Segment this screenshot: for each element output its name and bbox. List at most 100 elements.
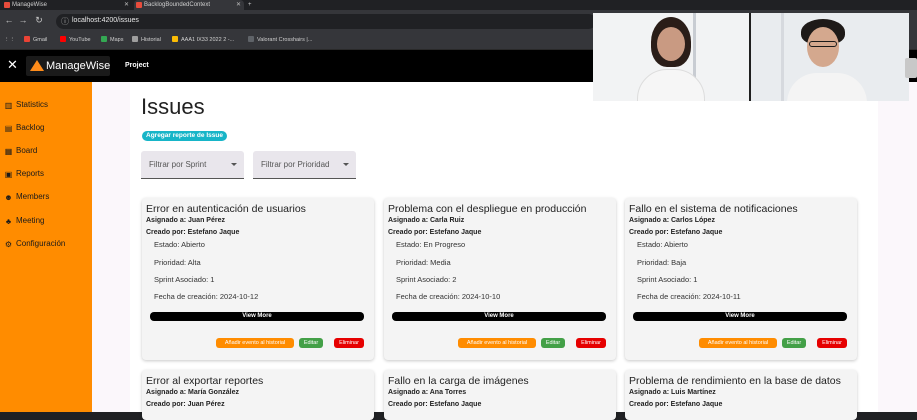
- issue-assignee: Asignado a: María González: [146, 389, 239, 396]
- maps-icon: [101, 36, 107, 42]
- page-scroll-handle[interactable]: [905, 58, 917, 78]
- issue-card: Error en autenticación de usuarios Asign…: [142, 198, 374, 360]
- issue-title: Problema con el despliegue en producción: [388, 203, 587, 215]
- page-title: Issues: [141, 94, 205, 119]
- view-more-button[interactable]: View More: [392, 312, 606, 321]
- brand-name: ManageWise: [46, 60, 111, 72]
- bookmark-maps[interactable]: Maps: [101, 36, 123, 45]
- participant-body: [787, 73, 867, 101]
- valorant-icon: [248, 36, 254, 42]
- sidebar-item-configuracion[interactable]: ⚙ Configuración: [4, 239, 65, 249]
- reports-icon: ▣: [4, 170, 13, 179]
- issue-date: Fecha de creación: 2024-10-12: [154, 292, 259, 301]
- issue-priority: Prioridad: Alta: [154, 258, 201, 267]
- chevron-down-icon: [343, 163, 349, 166]
- delete-button[interactable]: Eliminar: [576, 338, 606, 348]
- participant-face: [807, 27, 839, 67]
- reload-icon[interactable]: ↻: [34, 15, 44, 26]
- issue-creator: Creado por: Estefano Jaque: [629, 401, 723, 408]
- issue-title: Problema de rendimiento en la base de da…: [629, 375, 841, 387]
- bookmark-historial[interactable]: Historial: [132, 36, 161, 45]
- chevron-down-icon: [231, 163, 237, 166]
- issue-assignee: Asignado a: Carlos López: [629, 217, 715, 224]
- add-history-button[interactable]: Añadir evento al historial: [216, 338, 294, 348]
- app-favicon-icon: [4, 2, 10, 8]
- close-menu-icon[interactable]: ✕: [7, 57, 18, 73]
- tab-backlog-bounded-context[interactable]: BacklogBoundedContext ✕: [134, 0, 244, 10]
- apps-grid-icon[interactable]: ⋮⋮: [4, 36, 15, 45]
- forward-arrow-icon[interactable]: →: [18, 15, 28, 25]
- participant-video-tile[interactable]: [593, 13, 749, 101]
- gmail-icon: [24, 36, 30, 42]
- browser-tab-bar: ManageWise ✕ BacklogBoundedContext ✕ +: [0, 0, 917, 10]
- issue-title: Error en autenticación de usuarios: [146, 203, 306, 215]
- priority-filter-select[interactable]: Filtrar por Prioridad: [253, 151, 356, 179]
- sidebar-item-members[interactable]: ☻ Members: [4, 192, 49, 202]
- site-info-icon[interactable]: ⓘ: [61, 16, 69, 27]
- issue-date: Fecha de creación: 2024-10-10: [396, 292, 501, 301]
- glasses-icon: [809, 41, 837, 47]
- sidebar-item-backlog[interactable]: ▤ Backlog: [4, 123, 45, 133]
- bookmark-valorant[interactable]: Valorant Crosshairs |...: [248, 36, 312, 45]
- bookmark-gmail[interactable]: Gmail: [24, 36, 47, 45]
- view-more-button[interactable]: View More: [633, 312, 847, 321]
- close-tab-icon[interactable]: ✕: [124, 0, 129, 10]
- edit-button[interactable]: Editar: [541, 338, 565, 348]
- participant-video-tile[interactable]: [751, 13, 909, 101]
- drive-icon: [172, 36, 178, 42]
- delete-button[interactable]: Eliminar: [817, 338, 847, 348]
- issue-status: Estado: Abierto: [637, 240, 688, 249]
- issue-card: Fallo en el sistema de notificaciones As…: [625, 198, 857, 360]
- edit-button[interactable]: Editar: [782, 338, 806, 348]
- issue-title: Fallo en la carga de imágenes: [388, 375, 529, 387]
- issue-creator: Creado por: Estefano Jaque: [388, 229, 482, 236]
- back-arrow-icon[interactable]: ←: [4, 15, 14, 25]
- meeting-icon: ♣: [5, 217, 12, 226]
- bookmark-youtube[interactable]: YouTube: [60, 36, 91, 45]
- sidebar-item-board[interactable]: ▦ Board: [4, 146, 38, 156]
- bookmark-aaa1[interactable]: AAA1 IX33 2022 2 -...: [172, 36, 234, 45]
- issue-creator: Creado por: Estefano Jaque: [146, 229, 240, 236]
- issue-status: Estado: En Progreso: [396, 240, 466, 249]
- backlog-icon: ▤: [4, 124, 13, 133]
- issue-assignee: Asignado a: Ana Torres: [388, 389, 467, 396]
- members-icon: ☻: [4, 193, 13, 202]
- main-content: Issues Agregar reporte de Issue Filtrar …: [92, 82, 917, 420]
- close-tab-icon[interactable]: ✕: [236, 0, 241, 10]
- view-more-button[interactable]: View More: [150, 312, 364, 321]
- youtube-icon: [60, 36, 66, 42]
- issue-assignee: Asignado a: Juan Pérez: [146, 217, 225, 224]
- logo-mark-icon: [30, 60, 44, 71]
- add-history-button[interactable]: Añadir evento al historial: [699, 338, 777, 348]
- issue-priority: Prioridad: Media: [396, 258, 451, 267]
- issue-creator: Creado por: Estefano Jaque: [388, 401, 482, 408]
- issue-card: Fallo en la carga de imágenes Asignado a…: [384, 370, 616, 420]
- sprint-filter-select[interactable]: Filtrar por Sprint: [141, 151, 244, 179]
- video-call-overlay[interactable]: [593, 13, 909, 101]
- issue-card: Problema de rendimiento en la base de da…: [625, 370, 857, 420]
- sidebar-item-meeting[interactable]: ♣ Meeting: [4, 216, 45, 226]
- background-wall: [781, 13, 784, 101]
- issue-creator: Creado por: Juan Pérez: [146, 401, 225, 408]
- gear-icon: ⚙: [4, 240, 13, 249]
- sidebar-item-reports[interactable]: ▣ Reports: [4, 169, 44, 179]
- issue-sprint: Sprint Asociado: 1: [637, 275, 698, 284]
- delete-button[interactable]: Eliminar: [334, 338, 364, 348]
- url-input[interactable]: ⓘ localhost:4200/issues: [56, 14, 596, 29]
- tab-managewise[interactable]: ManageWise ✕: [2, 0, 132, 10]
- issue-title: Fallo en el sistema de notificaciones: [629, 203, 798, 215]
- issue-assignee: Asignado a: Luis Martínez: [629, 389, 716, 396]
- issue-creator: Creado por: Estefano Jaque: [629, 229, 723, 236]
- issue-card: Error al exportar reportes Asignado a: M…: [142, 370, 374, 420]
- issue-title: Error al exportar reportes: [146, 375, 264, 387]
- nav-project-link[interactable]: Project: [125, 62, 149, 69]
- new-tab-button[interactable]: +: [246, 0, 256, 10]
- brand-logo[interactable]: ManageWise: [26, 56, 110, 76]
- add-history-button[interactable]: Añadir evento al historial: [458, 338, 536, 348]
- app-favicon-icon: [136, 2, 142, 8]
- edit-button[interactable]: Editar: [299, 338, 323, 348]
- sidebar-item-statistics[interactable]: ▥ Statistics: [4, 100, 48, 110]
- issue-sprint: Sprint Asociado: 1: [154, 275, 215, 284]
- add-issue-button[interactable]: Agregar reporte de Issue: [142, 131, 227, 141]
- issue-card: Problema con el despliegue en producción…: [384, 198, 616, 360]
